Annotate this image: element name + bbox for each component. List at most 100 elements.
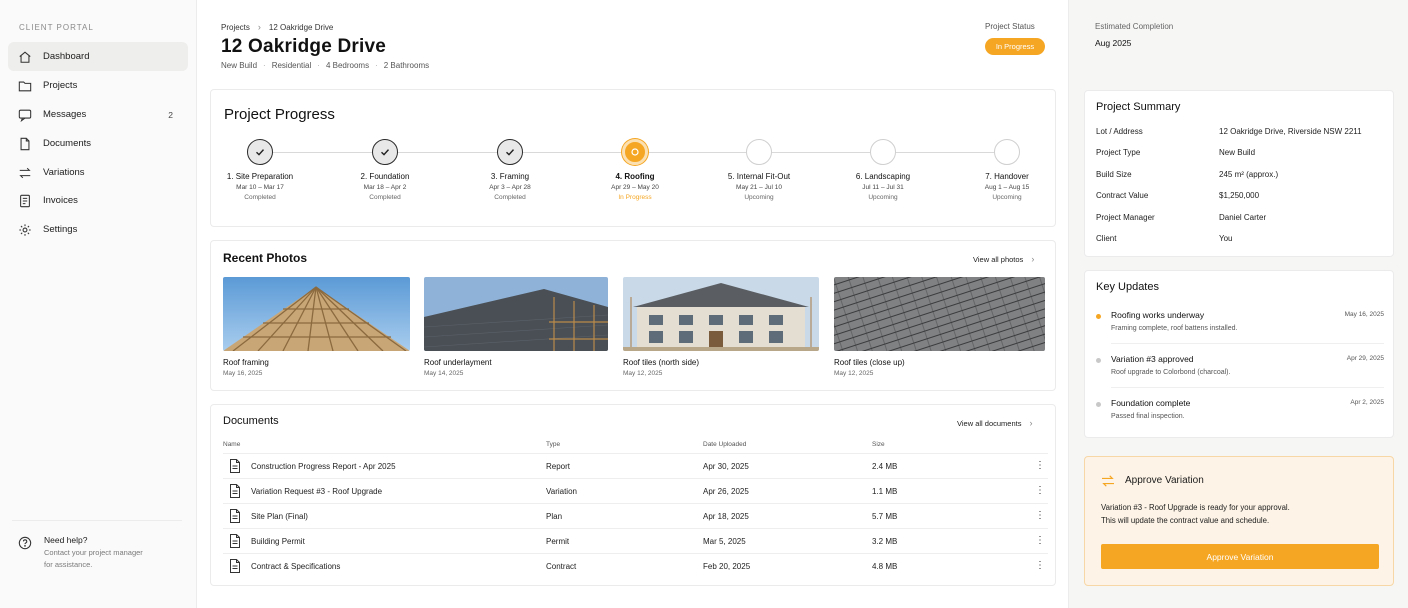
help-box: Need help? Contact your project manager … — [18, 535, 188, 571]
approve-variation-card: Approve Variation Variation #3 - Roof Up… — [1084, 456, 1394, 586]
step-framing[interactable]: 3. Framing Apr 3 – Apr 28 Completed — [450, 139, 570, 201]
sidebar-item-projects[interactable]: Projects — [8, 71, 188, 100]
step-site-preparation[interactable]: 1. Site Preparation Mar 10 – Mar 17 Comp… — [200, 139, 320, 201]
photo-date: May 12, 2025 — [623, 370, 663, 377]
summary-value: You — [1219, 234, 1233, 243]
breadcrumb-projects[interactable]: Projects — [221, 23, 250, 32]
doc-name[interactable]: Building Permit — [251, 537, 305, 546]
summary-key: Lot / Address — [1096, 127, 1143, 136]
column-header-size[interactable]: Size — [872, 441, 885, 448]
summary-key: Contract Value — [1096, 191, 1149, 200]
more-options-icon[interactable]: ⋮ — [1034, 535, 1046, 547]
step-status: Upcoming — [744, 194, 774, 201]
divider — [1111, 343, 1384, 344]
column-header-type[interactable]: Type — [546, 441, 560, 448]
doc-type: Plan — [546, 512, 563, 521]
column-header-date[interactable]: Date Uploaded — [703, 441, 746, 448]
step-status: Completed — [369, 194, 401, 201]
column-header-name[interactable]: Name — [223, 441, 240, 448]
view-all-photos-link[interactable]: View all photos › — [973, 254, 1034, 264]
approve-text-line2: This will update the contract value and … — [1101, 516, 1270, 525]
help-text-line1: Contact your project manager — [44, 548, 143, 557]
photo-card[interactable]: Roof framing May 16, 2025 — [223, 277, 410, 377]
summary-value: Daniel Carter — [1219, 213, 1267, 222]
chevron-right-icon: › — [257, 22, 261, 32]
sidebar-item-documents[interactable]: Documents — [8, 129, 188, 158]
photo-name: Roof tiles (north side) — [623, 358, 700, 367]
update-title: Variation #3 approved — [1111, 354, 1194, 364]
step-title: 6. Landscaping — [855, 172, 911, 181]
step-landscaping[interactable]: 6. Landscaping Jul 11 – Jul 31 Upcoming — [823, 139, 943, 201]
breadcrumb-current: 12 Oakridge Drive — [268, 22, 334, 32]
update-desc: Passed final inspection. — [1111, 413, 1185, 420]
table-row[interactable]: Building Permit Permit Mar 5, 2025 3.2 M… — [223, 528, 1048, 553]
step-dates: Mar 10 – Mar 17 — [236, 184, 284, 191]
separator-dot: · — [317, 61, 320, 70]
step-dates: Mar 18 – Apr 2 — [363, 184, 407, 191]
sidebar-item-messages[interactable]: Messages 2 — [8, 100, 188, 129]
sidebar-item-variations[interactable]: Variations — [8, 158, 188, 187]
doc-size: 2.4 MB — [872, 462, 898, 471]
step-status: In Progress — [618, 194, 652, 201]
approve-variation-button[interactable]: Approve Variation — [1101, 544, 1379, 569]
recent-photos-card: Recent Photos View all photos › Roof fra… — [210, 240, 1056, 391]
more-options-icon[interactable]: ⋮ — [1034, 510, 1046, 522]
step-title: 3. Framing — [490, 172, 530, 181]
doc-name[interactable]: Construction Progress Report - Apr 2025 — [251, 462, 396, 471]
table-row[interactable]: Variation Request #3 - Roof Upgrade Vari… — [223, 478, 1048, 503]
more-options-icon[interactable]: ⋮ — [1034, 485, 1046, 497]
doc-date: Mar 5, 2025 — [703, 537, 746, 546]
photo-roof-tiles-closeup[interactable] — [834, 277, 1045, 351]
view-all-photos-label: View all photos — [973, 254, 1024, 264]
doc-size: 5.7 MB — [872, 512, 898, 521]
photo-roof-tiles-north[interactable] — [623, 277, 819, 351]
table-row[interactable]: Contract & Specifications Contract Feb 2… — [223, 553, 1048, 578]
step-dates: Apr 29 – May 20 — [611, 184, 659, 191]
meta-bedrooms: 4 Bedrooms — [325, 61, 370, 70]
doc-name[interactable]: Site Plan (Final) — [251, 512, 308, 521]
sidebar-item-settings[interactable]: Settings — [8, 215, 188, 244]
sidebar: CLIENT PORTAL Dashboard Projects Message… — [0, 0, 197, 608]
photo-card[interactable]: Roof tiles (close up) May 12, 2025 — [834, 277, 1045, 377]
file-icon — [230, 534, 240, 548]
step-internal-fit-out[interactable]: 5. Internal Fit-Out May 21 – Jul 10 Upco… — [699, 139, 819, 201]
step-handover[interactable]: 7. Handover Aug 1 – Aug 15 Upcoming — [947, 139, 1067, 201]
step-foundation[interactable]: 2. Foundation Mar 18 – Apr 2 Completed — [325, 139, 445, 201]
file-icon — [230, 484, 240, 498]
photo-card[interactable]: Roof underlayment May 14, 2025 — [424, 277, 608, 377]
sidebar-item-label: Variations — [43, 167, 85, 178]
receipt-icon — [20, 194, 30, 207]
sidebar-item-dashboard[interactable]: Dashboard — [8, 42, 188, 71]
help-circle-icon — [18, 536, 32, 550]
update-title: Foundation complete — [1111, 398, 1191, 408]
photo-roof-underlayment[interactable] — [424, 277, 608, 351]
chevron-right-icon: › — [1031, 254, 1035, 264]
doc-name[interactable]: Variation Request #3 - Roof Upgrade — [251, 487, 382, 496]
step-title: 5. Internal Fit-Out — [727, 172, 791, 181]
step-title: 1. Site Preparation — [226, 172, 294, 181]
summary-key: Build Size — [1096, 170, 1132, 179]
sidebar-item-label: Settings — [43, 224, 78, 235]
sidebar-item-invoices[interactable]: Invoices — [8, 186, 188, 215]
help-title: Need help? — [44, 535, 88, 545]
step-status: Upcoming — [868, 194, 898, 201]
table-row[interactable]: Construction Progress Report - Apr 2025 … — [223, 453, 1048, 478]
update-desc: Roof upgrade to Colorbond (charcoal). — [1111, 369, 1231, 376]
doc-type: Contract — [546, 562, 577, 571]
help-text-line2: for assistance. — [44, 560, 93, 569]
update-date: Apr 2, 2025 — [1350, 399, 1384, 406]
table-row[interactable]: Site Plan (Final) Plan Apr 18, 2025 5.7 … — [223, 503, 1048, 528]
estimated-completion-value: Aug 2025 — [1095, 38, 1132, 48]
view-all-documents-link[interactable]: View all documents › — [957, 418, 1032, 428]
swap-arrows-icon — [19, 167, 31, 178]
more-options-icon[interactable]: ⋮ — [1034, 560, 1046, 572]
doc-name[interactable]: Contract & Specifications — [251, 562, 340, 571]
breadcrumb: Projects › 12 Oakridge Drive — [221, 22, 333, 32]
more-options-icon[interactable]: ⋮ — [1034, 460, 1046, 472]
step-roofing[interactable]: 4. Roofing Apr 29 – May 20 In Progress — [575, 139, 695, 201]
file-icon — [230, 459, 240, 473]
documents-card: Documents View all documents › Name Type… — [210, 404, 1056, 586]
photo-card[interactable]: Roof tiles (north side) May 12, 2025 — [623, 277, 819, 377]
photo-roof-framing[interactable] — [223, 277, 410, 351]
step-dates: May 21 – Jul 10 — [736, 184, 782, 191]
